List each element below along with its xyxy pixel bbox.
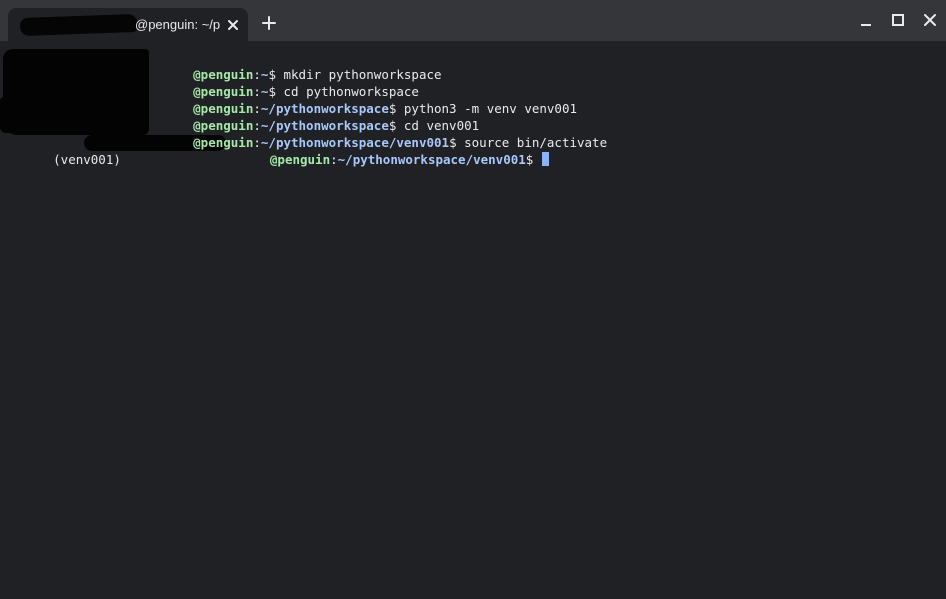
minimize-icon[interactable] <box>856 10 876 30</box>
close-icon[interactable] <box>224 16 242 34</box>
redacted-username <box>19 13 139 37</box>
plus-icon[interactable] <box>259 13 279 33</box>
terminal-line: @penguin:~/pythonworkspace$ cd venv001 <box>193 118 480 133</box>
terminal-tab[interactable]: @penguin: ~/p <box>8 8 248 41</box>
maximize-icon[interactable] <box>888 10 908 30</box>
venv-prefix: (venv001) <box>53 152 121 167</box>
title-bar: @penguin: ~/p <box>0 0 946 41</box>
text-cursor <box>541 152 549 166</box>
tab-title: @penguin: ~/p <box>135 17 221 32</box>
terminal-line: @penguin:~/pythonworkspace/venv001$ sour… <box>193 135 608 150</box>
terminal-line: @penguin:~$ mkdir pythonworkspace <box>193 67 442 82</box>
close-icon[interactable] <box>920 10 940 30</box>
terminal-line: (venv001) @penguin:~/pythonworkspace/venv… <box>0 134 549 167</box>
terminal-output[interactable]: @penguin:~$ mkdir pythonworkspace @pengu… <box>0 41 946 599</box>
terminal-window: @penguin: ~/p @penguin:~$ mkdir pythonwo… <box>0 0 946 599</box>
prompt-host: @penguin <box>269 152 331 167</box>
terminal-line: @penguin:~$ cd pythonworkspace <box>193 84 419 99</box>
terminal-line: @penguin:~/pythonworkspace$ python3 -m v… <box>193 101 577 116</box>
prompt-path: ~/pythonworkspace/venv001 <box>337 152 526 167</box>
